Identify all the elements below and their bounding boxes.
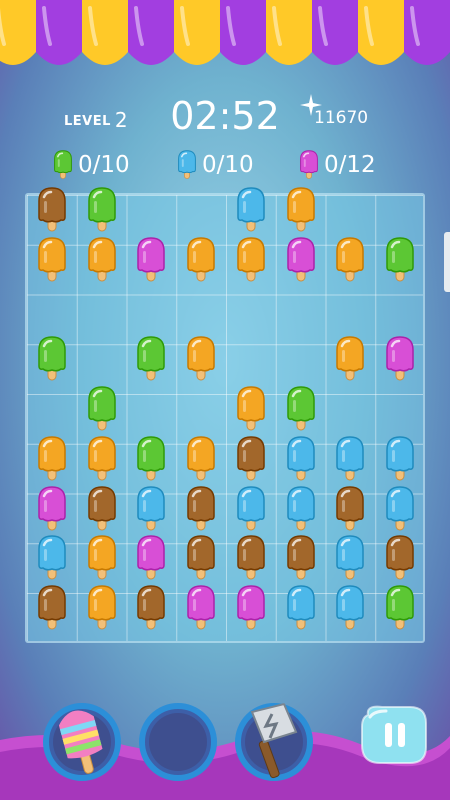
brown-popsicle[interactable] [184, 485, 218, 532]
brown-popsicle[interactable] [184, 535, 218, 581]
level-goals: 0/10 0/10 0/12 [0, 150, 450, 186]
green-popsicle[interactable] [134, 336, 168, 382]
pink-popsicle[interactable] [284, 236, 318, 283]
green-popsicle[interactable] [85, 386, 119, 432]
orange-popsicle[interactable] [184, 236, 218, 283]
countdown-timer: 02:52 [170, 94, 280, 138]
brown-popsicle[interactable] [234, 435, 268, 482]
pink-popsicle[interactable] [134, 236, 168, 283]
green-popsicle[interactable] [383, 585, 417, 631]
brown-popsicle[interactable] [383, 535, 417, 581]
striped-popsicle-booster[interactable] [42, 702, 122, 782]
blue-popsicle-icon [177, 150, 197, 180]
orange-popsicle[interactable] [35, 236, 69, 283]
orange-popsicle[interactable] [85, 435, 119, 482]
blue-popsicle[interactable] [284, 585, 318, 631]
score-value: 11670 [314, 108, 369, 128]
orange-popsicle[interactable] [184, 336, 218, 382]
blue-popsicle[interactable] [284, 435, 318, 482]
green-popsicle[interactable] [383, 236, 417, 283]
brown-popsicle[interactable] [284, 535, 318, 581]
blue-popsicle[interactable] [333, 435, 367, 482]
orange-popsicle[interactable] [85, 236, 119, 283]
goal-pink-count: 0/12 [324, 152, 376, 178]
blue-popsicle[interactable] [234, 485, 268, 532]
green-popsicle[interactable] [134, 435, 168, 482]
pause-button[interactable] [358, 703, 430, 767]
blue-popsicle[interactable] [35, 535, 69, 581]
goal-blue: 0/10 [176, 150, 254, 180]
goal-pink: 0/12 [298, 150, 376, 180]
orange-popsicle[interactable] [234, 236, 268, 283]
goal-blue-count: 0/10 [202, 152, 254, 178]
pink-popsicle[interactable] [134, 535, 168, 581]
orange-popsicle[interactable] [85, 585, 119, 631]
green-popsicle-icon [53, 150, 73, 180]
blue-popsicle[interactable] [134, 485, 168, 532]
brown-popsicle[interactable] [134, 585, 168, 631]
blue-popsicle[interactable] [383, 485, 417, 532]
blue-popsicle[interactable] [333, 535, 367, 581]
orange-popsicle[interactable] [35, 435, 69, 482]
candy-awning [0, 0, 450, 65]
game-board[interactable] [25, 187, 425, 643]
brown-popsicle[interactable] [35, 187, 69, 233]
orange-popsicle[interactable] [234, 386, 268, 432]
empty-booster-slot[interactable] [138, 702, 218, 782]
hammer-booster[interactable] [234, 702, 314, 782]
orange-popsicle[interactable] [333, 236, 367, 283]
blue-popsicle[interactable] [284, 485, 318, 532]
orange-popsicle[interactable] [284, 187, 318, 233]
blue-popsicle[interactable] [333, 585, 367, 631]
hud-bar: LEVEL 2 02:52 11670 [0, 92, 450, 152]
blue-popsicle[interactable] [383, 435, 417, 482]
blue-popsicle[interactable] [234, 187, 268, 233]
brown-popsicle[interactable] [85, 485, 119, 532]
pink-popsicle-icon [299, 150, 319, 180]
side-scroll-tab[interactable] [444, 232, 450, 292]
pink-popsicle[interactable] [184, 585, 218, 631]
green-popsicle[interactable] [35, 336, 69, 382]
orange-popsicle[interactable] [184, 435, 218, 482]
brown-popsicle[interactable] [35, 585, 69, 631]
orange-popsicle[interactable] [85, 535, 119, 581]
brown-popsicle[interactable] [333, 485, 367, 532]
pink-popsicle[interactable] [35, 485, 69, 532]
goal-green-count: 0/10 [78, 152, 130, 178]
brown-popsicle[interactable] [234, 535, 268, 581]
pink-popsicle[interactable] [383, 336, 417, 382]
orange-popsicle[interactable] [333, 336, 367, 382]
green-popsicle[interactable] [85, 187, 119, 233]
green-popsicle[interactable] [284, 386, 318, 432]
pink-popsicle[interactable] [234, 585, 268, 631]
awning-stripe [0, 0, 36, 65]
goal-green: 0/10 [52, 150, 130, 180]
